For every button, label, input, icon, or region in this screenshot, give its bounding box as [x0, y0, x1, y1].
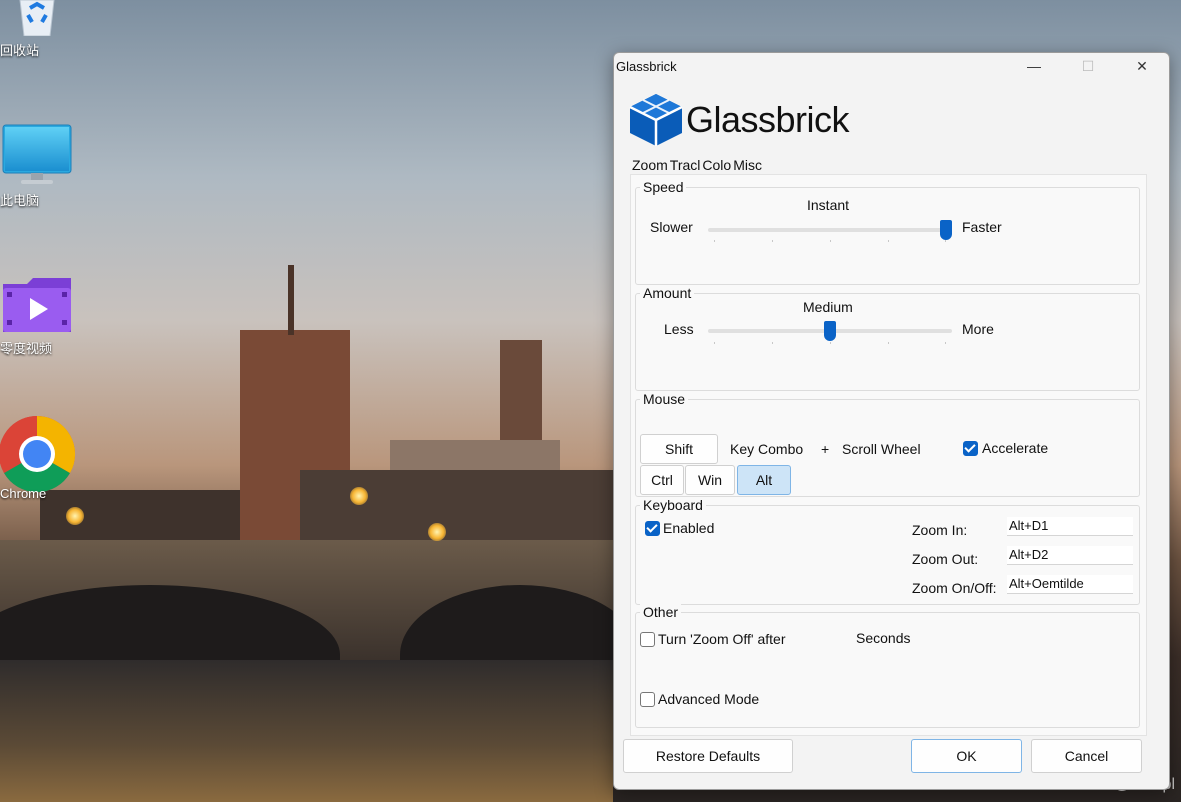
- keyboard-title: Keyboard: [640, 497, 706, 513]
- amount-group: Amount Medium Less More: [635, 285, 1140, 391]
- glassbrick-window: Glassbrick — ☐ ✕ Glassbrick Zoom Tracl C…: [613, 52, 1170, 790]
- desktop-icon-label: 此电脑: [0, 193, 40, 208]
- monitor-icon: [2, 124, 72, 184]
- zoom-tab-panel: Speed Instant Slower Faster Amount Mediu…: [630, 174, 1147, 736]
- amount-max-label: More: [962, 321, 994, 337]
- mouse-group: Mouse Shift Key Combo + Scroll Wheel Acc…: [635, 391, 1140, 497]
- amount-slider-ticks: [714, 342, 946, 344]
- zoom-onoff-label: Zoom On/Off:: [912, 580, 997, 596]
- zoom-in-hotkey-field[interactable]: Alt+D1: [1007, 517, 1133, 536]
- key-combo-label: Key Combo: [730, 441, 804, 457]
- seconds-label: Seconds: [856, 630, 911, 646]
- accelerate-label: Accelerate: [982, 440, 1049, 456]
- chrome-icon: [0, 415, 76, 493]
- turn-zoom-off-checkbox[interactable]: [640, 632, 655, 647]
- speed-title: Speed: [640, 179, 687, 195]
- speed-slider-ticks: [714, 240, 946, 242]
- speed-value-label: Instant: [807, 197, 850, 213]
- zoom-out-label: Zoom Out:: [912, 551, 979, 567]
- shift-toggle-button[interactable]: Shift: [640, 434, 718, 464]
- win-toggle-button[interactable]: Win: [685, 465, 735, 495]
- amount-min-label: Less: [664, 321, 694, 337]
- recycle-bin-icon: [19, 0, 55, 36]
- tab-misc[interactable]: Misc: [733, 157, 762, 174]
- mouse-title: Mouse: [640, 391, 689, 407]
- keyboard-enabled-checkbox[interactable]: [645, 521, 660, 536]
- ok-button[interactable]: OK: [911, 739, 1022, 773]
- zoom-in-label: Zoom In:: [912, 522, 968, 538]
- app-logo-text: Glassbrick: [686, 99, 850, 140]
- window-title: Glassbrick: [616, 58, 677, 74]
- desktop-icon-this-pc[interactable]: 此电脑: [0, 124, 74, 208]
- accelerate-checkbox[interactable]: [963, 441, 978, 456]
- keyboard-enabled-label: Enabled: [663, 520, 715, 536]
- advanced-mode-checkbox[interactable]: [640, 692, 655, 707]
- cube-icon: [629, 94, 683, 146]
- minimize-button[interactable]: —: [1007, 53, 1061, 79]
- ctrl-toggle-button[interactable]: Ctrl: [640, 465, 684, 495]
- video-player-icon: [3, 278, 71, 332]
- cancel-button[interactable]: Cancel: [1031, 739, 1142, 773]
- speed-max-label: Faster: [962, 219, 1002, 235]
- desktop-icon-recycle-bin[interactable]: 回收站: [0, 0, 74, 58]
- restore-defaults-button[interactable]: Restore Defaults: [623, 739, 793, 773]
- speed-slider-thumb[interactable]: [940, 220, 952, 240]
- other-title: Other: [640, 604, 682, 620]
- close-button[interactable]: ✕: [1115, 53, 1169, 79]
- maximize-button[interactable]: ☐: [1061, 53, 1115, 79]
- speed-min-label: Slower: [650, 219, 693, 235]
- keyboard-group: Keyboard Enabled Zoom In: Alt+D1 Zoom Ou…: [635, 497, 1140, 605]
- desktop-icon-video-player[interactable]: 零度视频: [0, 276, 74, 356]
- amount-title: Amount: [640, 285, 695, 301]
- alt-toggle-button[interactable]: Alt: [737, 465, 791, 495]
- amount-slider-thumb[interactable]: [824, 321, 836, 341]
- tab-strip: Zoom Tracl Colo Misc: [632, 157, 764, 174]
- desktop-icon-label: 回收站: [0, 43, 40, 58]
- amount-value-label: Medium: [803, 299, 853, 315]
- speed-slider[interactable]: [708, 220, 952, 240]
- desktop-icon-chrome[interactable]: Chrome: [0, 414, 76, 501]
- speed-group: Speed Instant Slower Faster: [635, 179, 1140, 285]
- title-bar[interactable]: Glassbrick — ☐ ✕: [614, 53, 1169, 79]
- tab-tracking[interactable]: Tracl: [670, 157, 701, 174]
- zoom-out-hotkey-field[interactable]: Alt+D2: [1007, 546, 1133, 565]
- app-logo: Glassbrick: [628, 93, 850, 147]
- scroll-wheel-label: Scroll Wheel: [842, 441, 921, 457]
- amount-slider[interactable]: [708, 321, 952, 341]
- desktop-icon-label: 零度视频: [0, 341, 53, 356]
- plus-label: +: [821, 441, 830, 457]
- advanced-mode-label: Advanced Mode: [658, 691, 760, 707]
- desktop-wallpaper: [0, 0, 613, 802]
- desktop-icon-label: Chrome: [0, 486, 47, 501]
- turn-zoom-off-label: Turn 'Zoom Off' after: [658, 631, 786, 647]
- other-group: Other Turn 'Zoom Off' after Seconds Adva…: [635, 604, 1140, 728]
- tab-colors[interactable]: Colo: [702, 157, 731, 174]
- tab-zoom[interactable]: Zoom: [632, 157, 668, 174]
- zoom-onoff-hotkey-field[interactable]: Alt+Oemtilde: [1007, 575, 1133, 594]
